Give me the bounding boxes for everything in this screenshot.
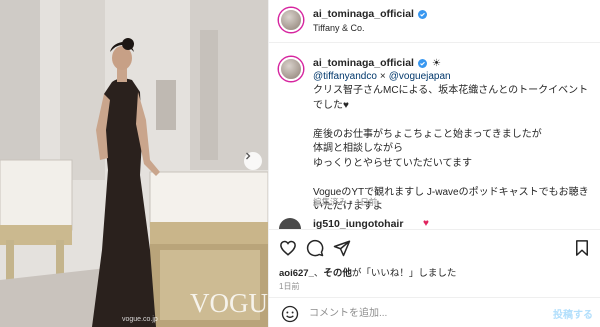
heart-icon[interactable] [279, 239, 297, 257]
verified-badge-icon [417, 58, 427, 68]
header-username-row[interactable]: ai_tominaga_official [313, 8, 427, 20]
comment-item: ig510_iungotohair ♥ [269, 215, 600, 229]
comment-icon[interactable] [306, 239, 324, 257]
comment-avatar[interactable] [279, 218, 301, 229]
post-header: ai_tominaga_official Tiffany & Co. [269, 0, 600, 43]
avatar[interactable] [279, 8, 303, 32]
caption-user-line: ai_tominaga_official ☀ [313, 57, 441, 69]
mention-tiffanyandco[interactable]: @tiffanyandco [313, 71, 377, 82]
likes-suffix: が「いいね！」しました [351, 268, 457, 279]
bookmark-icon[interactable] [573, 239, 591, 257]
mention-voguejapan[interactable]: @voguejapan [389, 71, 451, 82]
likes-connector: 、 [313, 268, 324, 279]
smiley-icon[interactable] [281, 305, 299, 323]
caption-text: クリス智子さんMCによる、坂本花織さんとのトークイベントでした♥ 産後のお仕事が… [313, 85, 589, 212]
comment-input[interactable] [309, 305, 529, 321]
caption-avatar[interactable] [279, 57, 303, 81]
post-detail-panel: ai_tominaga_official Tiffany & Co. ai_to… [268, 0, 600, 327]
likes-summary: aoi627_、その他が「いいね！」しました [279, 265, 456, 279]
header-username[interactable]: ai_tominaga_official [313, 8, 414, 20]
post-date[interactable]: 1日前 [279, 281, 299, 292]
liker-username[interactable]: aoi627_ [279, 268, 314, 279]
caption-section: ai_tominaga_official ☀ @tiffanyandco × @vo… [269, 44, 600, 222]
add-comment-bar: 投稿する [269, 297, 600, 327]
location-link[interactable]: Tiffany & Co. [313, 23, 365, 33]
action-bar [269, 229, 600, 262]
caption-mentions: @tiffanyandco × @voguejapan [313, 71, 451, 82]
mention-separator: × [379, 71, 386, 82]
photo-illustration [0, 0, 268, 327]
paper-plane-icon[interactable] [333, 239, 351, 257]
heart-emoji: ♥ [423, 218, 429, 229]
verified-badge-icon [417, 9, 427, 19]
vogue-watermark: VOGUE [190, 288, 268, 318]
caption-meta: 編集済み・1日前 [313, 197, 378, 207]
post-photo[interactable]: VOGUE vogue.co.jp [0, 0, 268, 327]
likes-others-link[interactable]: その他 [323, 268, 352, 279]
chevron-right-icon [246, 152, 251, 160]
sun-emoji: ☀ [431, 57, 441, 69]
photo-caption: vogue.co.jp [122, 316, 158, 323]
comment-username[interactable]: ig510_iungotohair [313, 218, 403, 229]
post-comment-button[interactable]: 投稿する [553, 306, 593, 321]
caption-username[interactable]: ai_tominaga_official [313, 57, 414, 69]
next-image-button[interactable] [244, 152, 262, 170]
